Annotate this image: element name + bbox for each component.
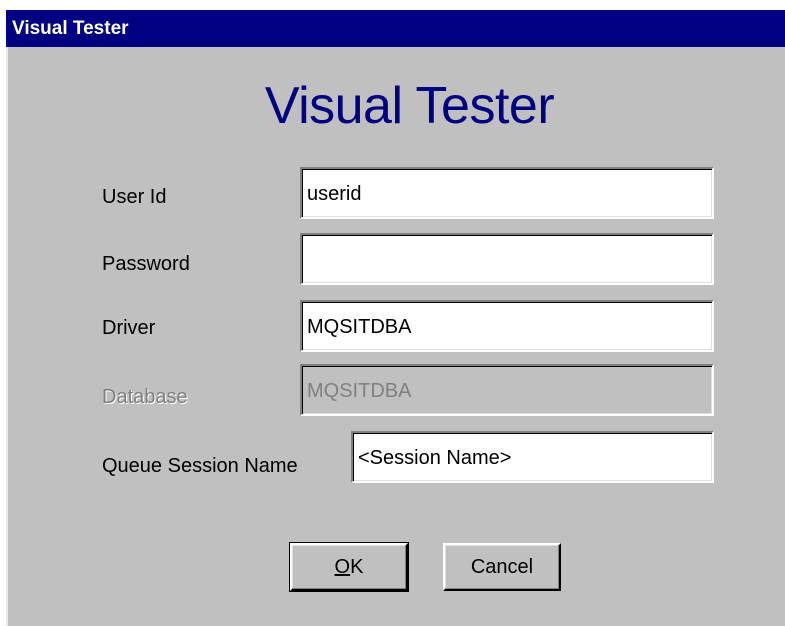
- user-id-input[interactable]: [300, 167, 714, 219]
- queue-session-name-label: Queue Session Name: [102, 455, 298, 477]
- ok-button-label: OK: [334, 555, 364, 578]
- cancel-button-label: Cancel: [470, 555, 534, 578]
- dialog-heading: Visual Tester: [6, 76, 785, 136]
- login-dialog: Visual Tester Visual Tester User Id Pass…: [6, 10, 785, 626]
- window-title: Visual Tester: [12, 18, 129, 39]
- queue-session-name-input[interactable]: [351, 431, 714, 483]
- user-id-label: User Id: [102, 186, 167, 208]
- password-input[interactable]: [300, 233, 714, 285]
- database-label: Database: [102, 386, 188, 408]
- window-title-bar[interactable]: Visual Tester: [6, 10, 785, 47]
- ok-button[interactable]: OK: [289, 542, 409, 592]
- cancel-button[interactable]: Cancel: [443, 543, 561, 591]
- dialog-heading-text: Visual Tester: [264, 77, 555, 135]
- database-input: [300, 364, 714, 416]
- password-label: Password: [102, 253, 190, 275]
- driver-input[interactable]: [300, 300, 714, 352]
- driver-label: Driver: [102, 317, 156, 339]
